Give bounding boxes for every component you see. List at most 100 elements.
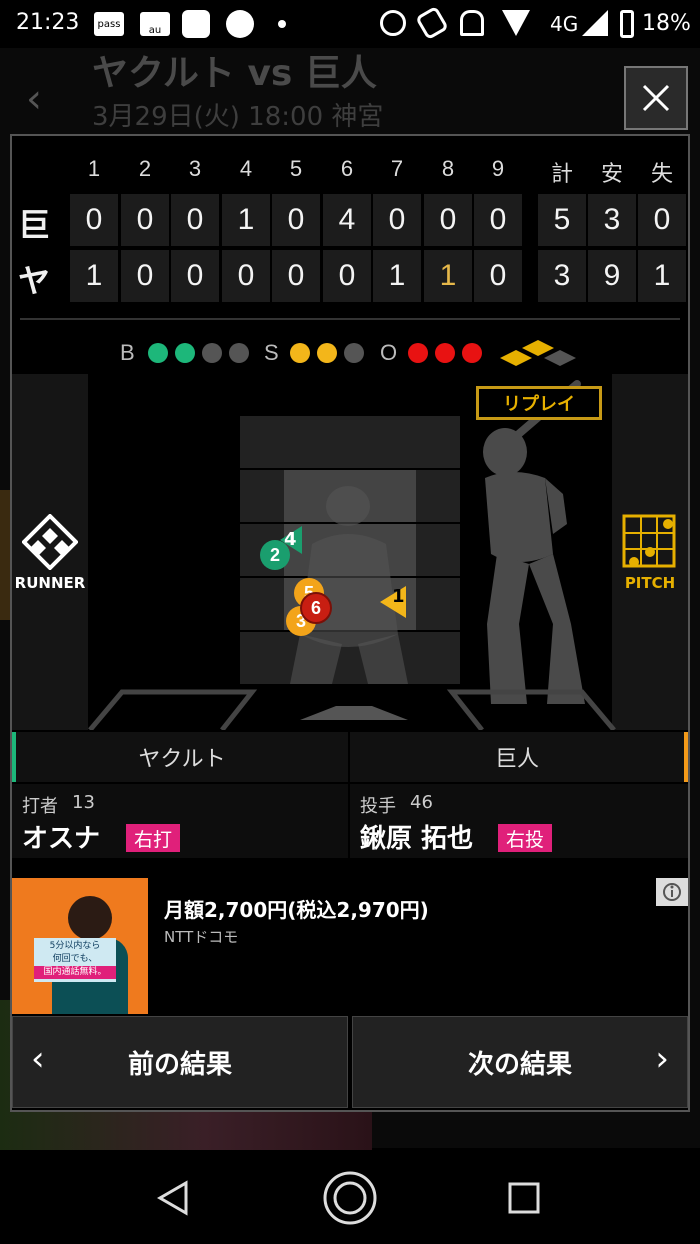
ad-info-button[interactable] xyxy=(656,878,688,906)
status-time: 21:23 xyxy=(16,10,80,35)
ball-dot xyxy=(202,343,222,363)
inning-header: 2 xyxy=(138,156,152,181)
score-cell: 1 xyxy=(70,250,118,302)
home-plate xyxy=(300,706,408,720)
total-cell: 5 xyxy=(538,194,586,246)
strike-dot xyxy=(344,343,364,363)
ad-image-line: 5分以内なら xyxy=(49,941,101,951)
score-cell: 0 xyxy=(373,194,421,246)
score-cell: 4 xyxy=(323,194,371,246)
strike-dot xyxy=(317,343,337,363)
zone-cell xyxy=(240,470,284,522)
ad-headline[interactable]: 月額2,700円(税込2,970円) xyxy=(164,894,429,923)
game-subtitle: 3月29日(火) 18:00 神宮 xyxy=(92,102,384,132)
status-bar: 21:23 pass au 4G 18% xyxy=(0,0,700,48)
strike-dot xyxy=(290,343,310,363)
score-cell-current: 1 xyxy=(424,250,472,302)
recents-square-icon[interactable] xyxy=(508,1182,540,1214)
next-result-label: 次の結果 xyxy=(467,1049,572,1080)
chevron-right-icon: › xyxy=(655,1039,669,1079)
total-cell: 3 xyxy=(588,194,636,246)
zone-cell xyxy=(240,416,284,468)
close-button[interactable] xyxy=(624,66,688,130)
battery-percent: 18% xyxy=(642,11,691,36)
ball-dot xyxy=(229,343,249,363)
batter-label: 打者 xyxy=(22,796,58,817)
ad-image[interactable]: 5分以内なら 何回でも、 国内通話無料。 xyxy=(12,878,148,1014)
back-icon: ‹ xyxy=(26,76,42,122)
total-header: 計 xyxy=(550,161,573,186)
zone-cell xyxy=(372,416,416,468)
home-circle-icon[interactable] xyxy=(322,1170,378,1226)
pitch-label: PITCH xyxy=(624,574,676,592)
inning-header: 7 xyxy=(390,156,404,181)
batter-hand-badge: 右打 xyxy=(126,824,181,852)
app-icon xyxy=(182,10,210,38)
total-cell: 0 xyxy=(638,194,686,246)
game-title: ヤクルト vs 巨人 xyxy=(92,53,377,94)
pitch-panel[interactable]: PITCH xyxy=(612,374,688,730)
out-dot xyxy=(462,343,482,363)
chevron-left-icon: ‹ xyxy=(31,1039,45,1079)
tab-away-team[interactable]: 巨人 xyxy=(350,732,688,782)
baseball-icon xyxy=(226,10,254,38)
replay-button[interactable]: リプレイ xyxy=(476,386,602,420)
back-triangle-icon[interactable] xyxy=(156,1180,190,1216)
inning-header: 6 xyxy=(340,156,354,181)
bases-icon xyxy=(500,340,576,366)
score-cell: 0 xyxy=(474,194,522,246)
wifi-icon xyxy=(502,10,530,36)
zone-cell xyxy=(240,578,284,630)
tab-home-team[interactable]: ヤクルト xyxy=(12,732,348,782)
alarm-icon xyxy=(380,10,406,36)
pass-icon: pass xyxy=(94,12,124,36)
score-cell: 0 xyxy=(424,194,472,246)
batter-number: 13 xyxy=(72,792,95,813)
ball-dot xyxy=(148,343,168,363)
network-label: 4G xyxy=(550,12,579,36)
zone-cell xyxy=(240,632,284,684)
inning-header: 9 xyxy=(491,156,505,181)
score-cell: 1 xyxy=(222,194,270,246)
nfc-icon xyxy=(415,5,449,41)
strike-label: S xyxy=(264,340,279,365)
inning-header: 4 xyxy=(239,156,253,181)
android-navigation-bar xyxy=(0,1150,700,1244)
score-cell: 0 xyxy=(171,194,219,246)
close-icon xyxy=(642,84,670,112)
pitcher-name: 鍬原 拓也 xyxy=(360,824,474,854)
ad-image-line: 何回でも、 xyxy=(52,954,98,964)
pitch-marker-latest[interactable]: 6 xyxy=(300,592,332,624)
ad-person-head xyxy=(68,896,112,940)
score-cell: 1 xyxy=(373,250,421,302)
more-dot-icon xyxy=(278,20,286,28)
inning-header: 1 xyxy=(87,156,101,181)
ball-dot xyxy=(175,343,195,363)
total-header: 安 xyxy=(600,161,623,186)
zone-cell xyxy=(416,578,460,630)
batter-silhouette xyxy=(483,380,585,704)
score-cell: 0 xyxy=(272,194,320,246)
info-icon xyxy=(663,883,681,901)
pitch-number: 1 xyxy=(392,586,405,607)
zone-cell xyxy=(284,416,328,468)
prev-result-label: 前の結果 xyxy=(127,1049,232,1080)
batter-box-lines xyxy=(88,689,616,730)
pitcher-hand-badge: 右投 xyxy=(498,824,553,852)
runner-label: RUNNER xyxy=(14,574,86,592)
total-header: 失 xyxy=(650,161,673,186)
zone-cell xyxy=(416,632,460,684)
pitcher-number: 46 xyxy=(410,792,433,813)
runner-panel[interactable]: RUNNER xyxy=(12,374,88,730)
score-cell: 0 xyxy=(121,194,169,246)
next-result-button[interactable]: 次の結果 › xyxy=(352,1016,688,1108)
out-dot xyxy=(435,343,455,363)
zone-cell xyxy=(328,416,372,468)
team-label-away: 巨 xyxy=(18,206,51,244)
score-cell: 0 xyxy=(70,194,118,246)
advertisement-banner[interactable]: 5分以内なら 何回でも、 国内通話無料。 月額2,700円(税込2,970円) … xyxy=(12,878,688,1014)
zone-cell xyxy=(416,524,460,576)
strike-zone-field: RUNNER PITCH 1 2 4 3 6 リプレイ xyxy=(12,374,688,730)
score-cell: 0 xyxy=(474,250,522,302)
prev-result-button[interactable]: ‹ 前の結果 xyxy=(12,1016,348,1108)
